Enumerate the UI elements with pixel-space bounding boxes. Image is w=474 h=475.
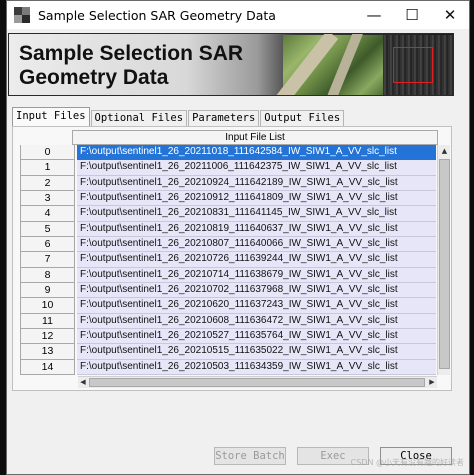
watermark-text: CSDN @小天有没有趣的好读者 bbox=[350, 458, 464, 467]
table-row[interactable]: 7 F:\output\sentinel1_26_20210726_1116392… bbox=[20, 252, 438, 268]
table-column-header[interactable]: Input File List bbox=[72, 130, 438, 145]
table-row[interactable]: 1 F:\output\sentinel1_26_20211006_1116423… bbox=[20, 160, 438, 176]
scroll-up-icon[interactable]: ▲ bbox=[438, 145, 451, 158]
row-index[interactable]: 10 bbox=[20, 298, 75, 314]
optical-image-thumbnail bbox=[271, 34, 383, 95]
table-row[interactable]: 0 F:\output\sentinel1_26_20211018_1116425… bbox=[20, 145, 438, 161]
table-row[interactable]: 6 F:\output\sentinel1_26_20210807_1116400… bbox=[20, 237, 438, 253]
scroll-right-icon[interactable]: ▶ bbox=[427, 377, 437, 388]
horizontal-scrollbar[interactable]: ◀ ▶ bbox=[78, 376, 437, 388]
banner-title-line2: Geometry Data bbox=[19, 66, 169, 89]
row-index[interactable]: 4 bbox=[20, 206, 75, 222]
table-row[interactable]: 2 F:\output\sentinel1_26_20210924_1116421… bbox=[20, 175, 438, 192]
scroll-left-icon[interactable]: ◀ bbox=[78, 377, 88, 388]
row-index[interactable]: 6 bbox=[20, 237, 75, 253]
row-index[interactable]: 7 bbox=[20, 252, 75, 268]
file-path-cell[interactable]: F:\output\sentinel1_26_20210831_11164114… bbox=[77, 206, 436, 222]
table-row[interactable]: 11 F:\output\sentinel1_26_20210608_111636… bbox=[20, 313, 438, 330]
minimize-button[interactable]: — bbox=[355, 1, 393, 29]
selection-box-icon bbox=[393, 47, 433, 83]
tab-input-files[interactable]: Input Files bbox=[12, 107, 90, 126]
file-path-cell[interactable]: F:\output\sentinel1_26_20211006_11164237… bbox=[77, 160, 436, 176]
table-row[interactable]: 12 F:\output\sentinel1_26_20210527_111635… bbox=[20, 329, 438, 345]
file-path-cell[interactable]: F:\output\sentinel1_26_20210912_11164180… bbox=[77, 191, 436, 207]
file-path-cell[interactable]: F:\output\sentinel1_26_20210924_11164218… bbox=[77, 175, 436, 192]
file-path-cell[interactable]: F:\output\sentinel1_26_20210527_11163576… bbox=[77, 329, 436, 345]
file-path-cell[interactable]: F:\output\sentinel1_26_20210620_11163724… bbox=[77, 298, 436, 314]
table-row[interactable]: 5 F:\output\sentinel1_26_20210819_1116406… bbox=[20, 221, 438, 238]
maximize-button[interactable]: ☐ bbox=[393, 1, 431, 29]
row-index[interactable]: 1 bbox=[20, 160, 75, 176]
table-row[interactable]: 4 F:\output\sentinel1_26_20210831_1116411… bbox=[20, 206, 438, 222]
horizontal-scroll-thumb[interactable] bbox=[89, 378, 425, 387]
file-path-cell[interactable]: F:\output\sentinel1_26_20210702_11163796… bbox=[77, 283, 436, 299]
banner-title-line1: Sample Selection SAR bbox=[19, 42, 244, 65]
file-path-cell[interactable]: F:\output\sentinel1_26_20211018_11164258… bbox=[77, 145, 436, 161]
tab-optional-files[interactable]: Optional Files bbox=[90, 110, 188, 126]
table-row[interactable]: 13 F:\output\sentinel1_26_20210515_111635… bbox=[20, 344, 438, 360]
input-file-table: 0 F:\output\sentinel1_26_20211018_1116425… bbox=[20, 145, 438, 376]
tab-output-files[interactable]: Output Files bbox=[260, 110, 345, 126]
table-row[interactable]: 14 F:\output\sentinel1_26_20210503_111634… bbox=[20, 359, 438, 376]
banner-title: Sample Selection SAR Geometry Data bbox=[19, 42, 269, 90]
file-path-cell[interactable]: F:\output\sentinel1_26_20210503_11163435… bbox=[77, 359, 436, 376]
file-path-cell[interactable]: F:\output\sentinel1_26_20210807_11164006… bbox=[77, 237, 436, 253]
row-index[interactable]: 13 bbox=[20, 344, 75, 360]
row-index[interactable]: 12 bbox=[20, 329, 75, 345]
row-index[interactable]: 2 bbox=[20, 175, 75, 192]
close-window-button[interactable]: ✕ bbox=[431, 1, 469, 29]
table-row[interactable]: 9 F:\output\sentinel1_26_20210702_1116379… bbox=[20, 283, 438, 299]
row-index[interactable]: 5 bbox=[20, 221, 75, 238]
title-bar[interactable]: Sample Selection SAR Geometry Data — ☐ ✕ bbox=[7, 1, 469, 29]
row-index[interactable]: 3 bbox=[20, 191, 75, 207]
file-path-cell[interactable]: F:\output\sentinel1_26_20210819_11164063… bbox=[77, 221, 436, 238]
row-index[interactable]: 11 bbox=[20, 313, 75, 330]
file-path-cell[interactable]: F:\output\sentinel1_26_20210515_11163502… bbox=[77, 344, 436, 360]
tab-parameters[interactable]: Parameters bbox=[188, 110, 260, 126]
table-row[interactable]: 8 F:\output\sentinel1_26_20210714_1116386… bbox=[20, 267, 438, 284]
file-path-cell[interactable]: F:\output\sentinel1_26_20210608_11163647… bbox=[77, 313, 436, 330]
header-banner: Sample Selection SAR Geometry Data bbox=[8, 33, 454, 96]
row-index[interactable]: 0 bbox=[20, 145, 75, 161]
file-path-cell[interactable]: F:\output\sentinel1_26_20210714_11163867… bbox=[77, 267, 436, 284]
table-row[interactable]: 3 F:\output\sentinel1_26_20210912_1116418… bbox=[20, 191, 438, 207]
app-icon bbox=[14, 7, 30, 23]
vertical-scrollbar[interactable]: ▲ bbox=[437, 145, 450, 375]
sar-image-thumbnail bbox=[383, 35, 453, 95]
store-batch-button[interactable]: Store Batch bbox=[214, 447, 286, 465]
vertical-scroll-thumb[interactable] bbox=[439, 159, 450, 369]
file-path-cell[interactable]: F:\output\sentinel1_26_20210726_11163924… bbox=[77, 252, 436, 268]
desktop-background-right bbox=[470, 0, 474, 475]
tab-bar: Input Files Optional Files Parameters Ou… bbox=[12, 107, 345, 126]
table-row[interactable]: 10 F:\output\sentinel1_26_20210620_111637… bbox=[20, 298, 438, 314]
row-index[interactable]: 14 bbox=[20, 359, 75, 376]
window-title: Sample Selection SAR Geometry Data bbox=[38, 7, 276, 23]
row-index[interactable]: 9 bbox=[20, 283, 75, 299]
row-index[interactable]: 8 bbox=[20, 267, 75, 284]
